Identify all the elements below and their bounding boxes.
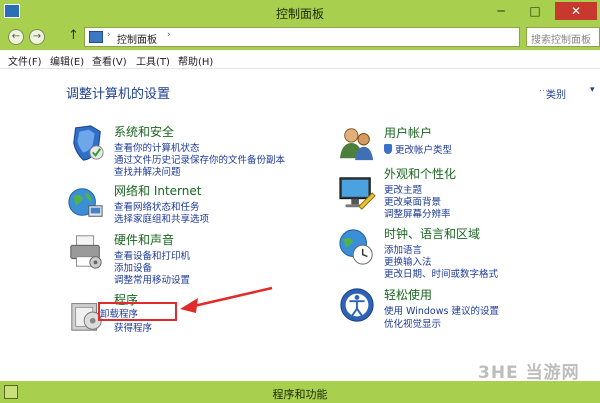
category-title-ease-of-access[interactable]: 轻松使用	[384, 286, 432, 303]
link-optimize-visual-display[interactable]: 优化视觉显示	[384, 316, 441, 330]
shield-check-icon[interactable]	[68, 124, 106, 162]
category-title-network-internet[interactable]: 网络和 Internet	[114, 182, 201, 199]
printer-icon[interactable]	[67, 232, 105, 270]
back-button[interactable]: ←	[8, 29, 24, 45]
ease-of-access-icon[interactable]	[338, 286, 376, 324]
link-get-programs[interactable]: 获得程序	[114, 320, 152, 334]
maximize-button[interactable]: □	[521, 2, 549, 20]
menu-edit[interactable]: 编辑(E)	[50, 53, 84, 68]
breadcrumb-separator[interactable]: ›	[107, 30, 111, 40]
annotation-arrow	[180, 286, 273, 313]
link-change-date-time-format[interactable]: 更改日期、时间或数字格式	[384, 266, 498, 280]
category-title-system-security[interactable]: 系统和安全	[114, 123, 174, 140]
address-bar[interactable]: › 控制面板 ›	[84, 27, 520, 47]
status-bar: 程序和功能	[0, 381, 600, 403]
uac-shield-icon	[384, 144, 392, 154]
category-title-user-accounts[interactable]: 用户帐户	[384, 124, 432, 141]
link-windows-recommended-settings[interactable]: 使用 Windows 建议的设置	[384, 303, 499, 317]
menu-help[interactable]: 帮助(H)	[178, 53, 213, 68]
search-input[interactable]: 搜索控制面板	[526, 27, 600, 47]
breadcrumb-separator[interactable]: ›	[167, 30, 171, 40]
chevron-down-icon[interactable]: ▾	[590, 85, 595, 95]
title-bar: 控制面板 ─ □ ✕	[0, 0, 600, 24]
breadcrumb-control-panel[interactable]: 控制面板	[117, 31, 157, 46]
category-title-hardware-sound[interactable]: 硬件和声音	[114, 231, 174, 248]
menu-view[interactable]: 查看(V)	[92, 53, 127, 68]
status-text: 程序和功能	[272, 388, 328, 401]
category-title-clock-language-region[interactable]: 时钟、语言和区域	[384, 225, 480, 242]
globe-network-icon[interactable]	[66, 183, 104, 221]
menu-tools[interactable]: 工具(T)	[136, 53, 170, 68]
highlight-box	[98, 302, 177, 321]
link-change-account-type-label: 更改帐户类型	[395, 145, 453, 156]
page-title: 调整计算机的设置	[66, 87, 171, 102]
watermark-logo: 3HE 当游网	[478, 363, 580, 383]
clock-globe-icon[interactable]	[338, 228, 376, 266]
close-button[interactable]: ✕	[555, 2, 597, 20]
category-title-appearance[interactable]: 外观和个性化	[384, 165, 456, 182]
link-homegroup-sharing[interactable]: 选择家庭组和共享选项	[114, 211, 209, 225]
view-by-dropdown[interactable]: 类别	[546, 86, 566, 101]
minimize-button[interactable]: ─	[487, 2, 515, 20]
forward-button[interactable]: →	[29, 29, 45, 45]
monitor-paint-icon[interactable]	[338, 174, 376, 212]
users-icon[interactable]	[338, 124, 376, 162]
up-button[interactable]: ↑	[68, 28, 79, 43]
control-panel-icon	[89, 31, 103, 43]
link-change-account-type[interactable]: 更改帐户类型	[384, 142, 452, 156]
menu-bar: 文件(F) 编辑(E) 查看(V) 工具(T) 帮助(H)	[0, 50, 600, 69]
navigation-bar: ← → ↑ › 控制面板 › 搜索控制面板	[0, 24, 600, 50]
link-troubleshoot[interactable]: 查找并解决问题	[114, 164, 181, 178]
link-adjust-resolution[interactable]: 调整屏幕分辨率	[384, 206, 451, 220]
menu-file[interactable]: 文件(F)	[8, 53, 42, 68]
